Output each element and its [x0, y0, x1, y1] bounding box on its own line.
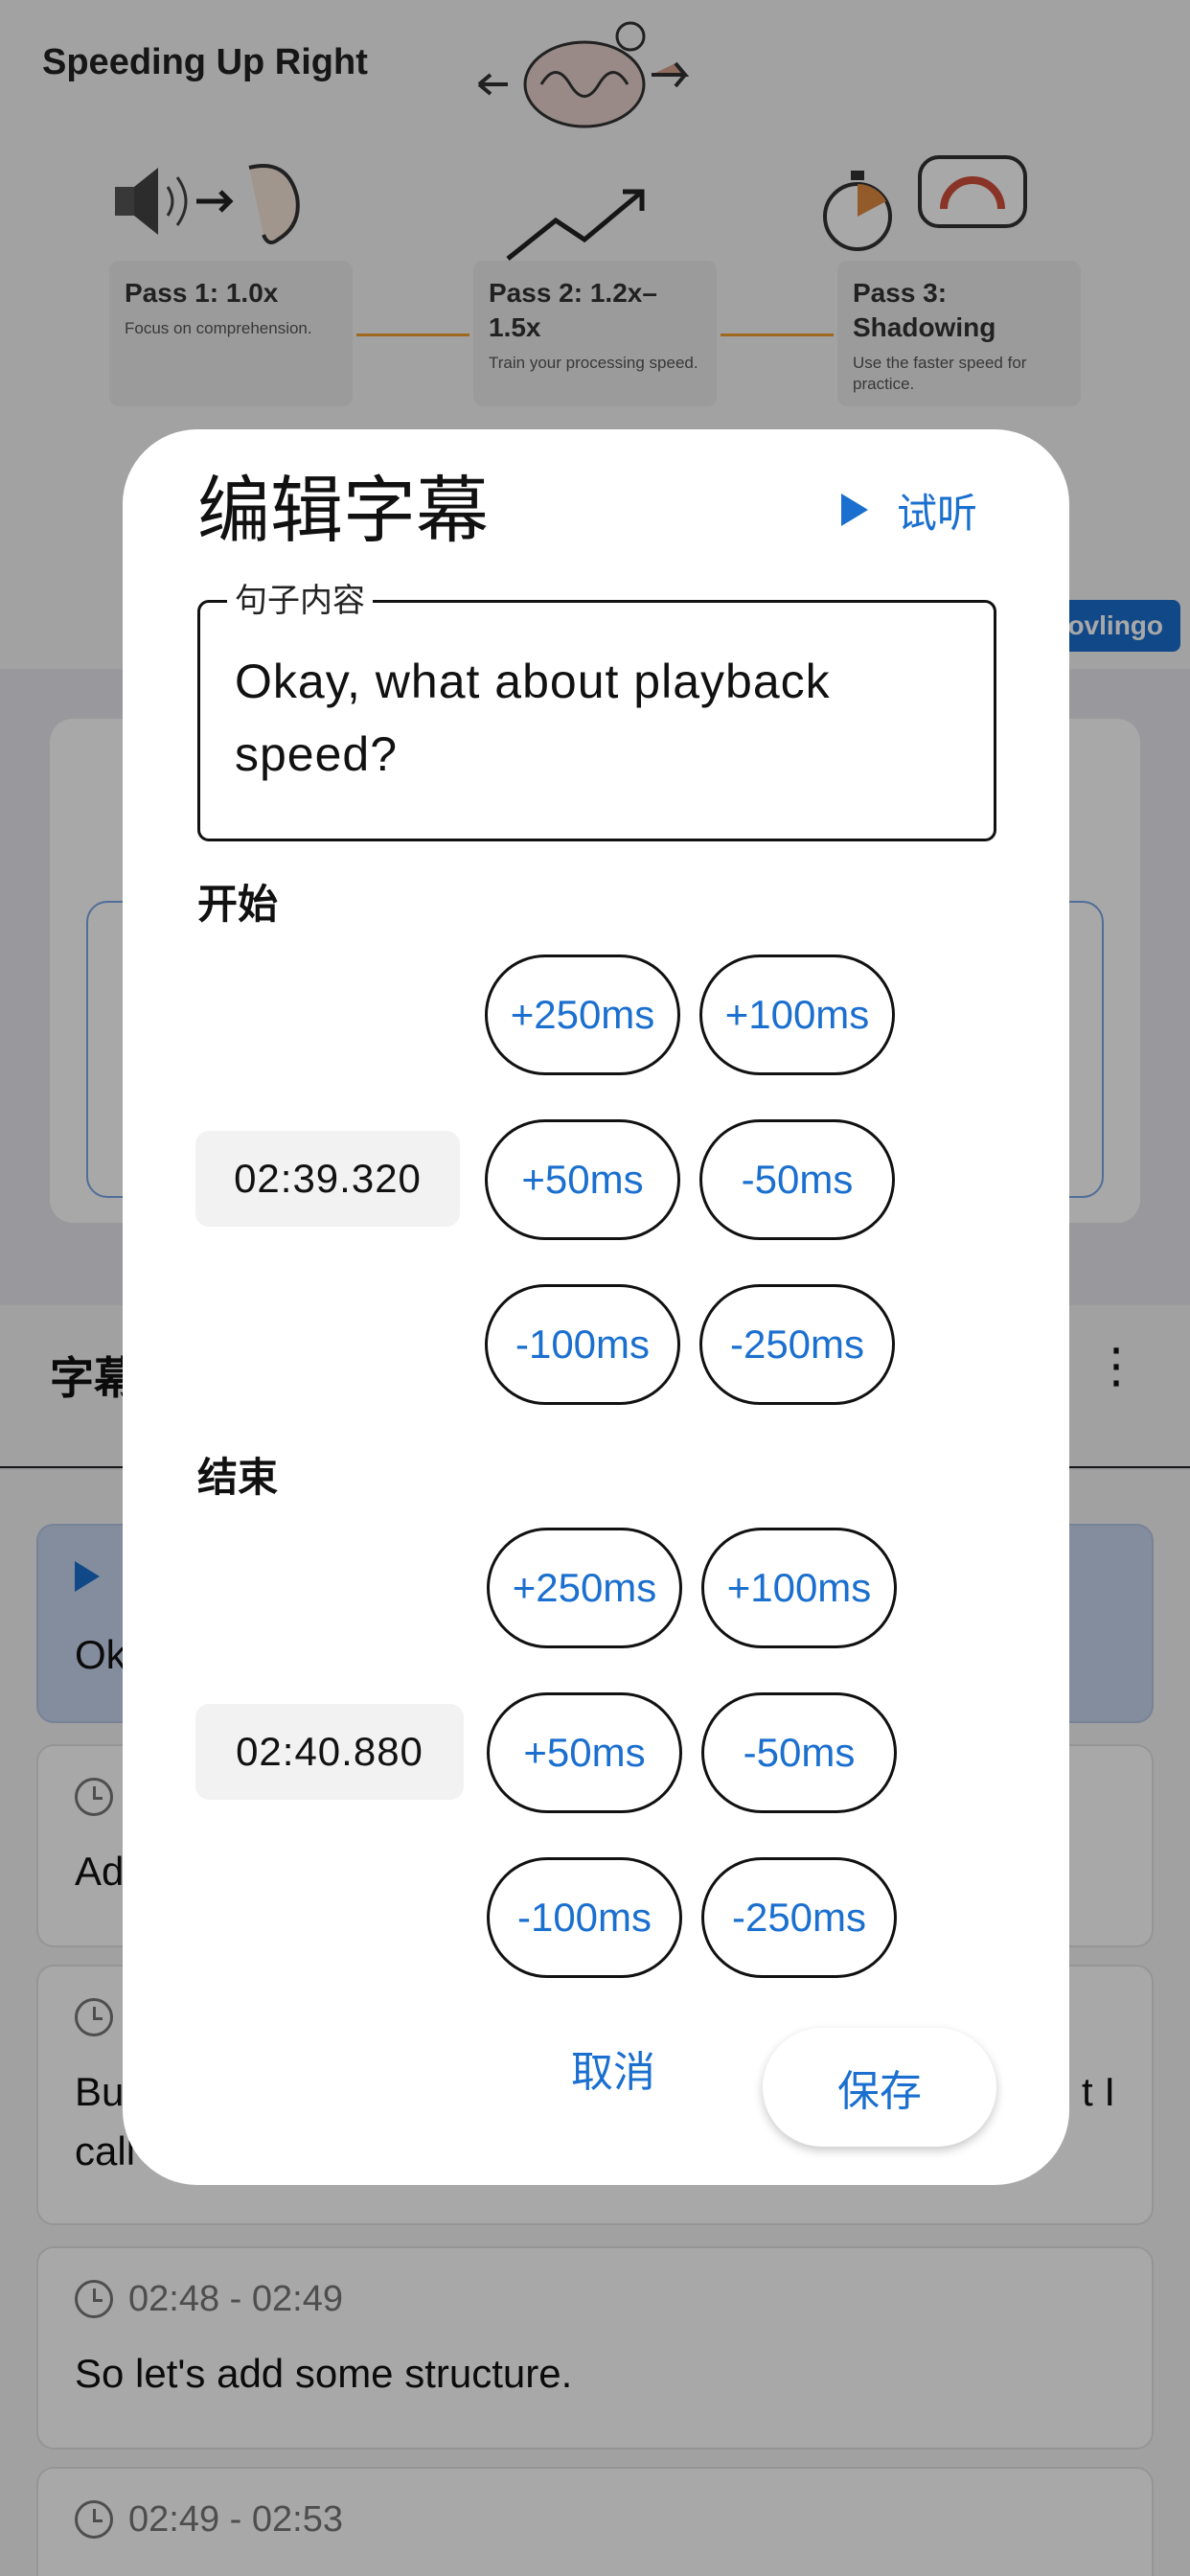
dialog-title: 编辑字幕: [197, 471, 489, 552]
end-minus-250-button[interactable]: -250ms: [701, 1857, 897, 1978]
cancel-button[interactable]: 取消: [571, 2039, 655, 2097]
end-plus-100-button[interactable]: +100ms: [701, 1528, 897, 1648]
sentence-field[interactable]: 句子内容 Okay, what about playback speed?: [197, 582, 996, 841]
preview-label: 试听: [896, 490, 977, 536]
end-plus-250-button[interactable]: +250ms: [487, 1528, 682, 1648]
preview-button[interactable]: 试听: [840, 472, 977, 548]
play-icon: [840, 494, 868, 526]
sentence-label: 句子内容: [227, 582, 373, 620]
end-label: 结束: [197, 1455, 279, 1500]
save-button[interactable]: 保存: [763, 2028, 996, 2147]
start-minus-50-button[interactable]: -50ms: [699, 1119, 895, 1240]
start-time-value: 02:39.320: [195, 1131, 460, 1227]
start-minus-100-button[interactable]: -100ms: [485, 1284, 680, 1405]
start-plus-250-button[interactable]: +250ms: [485, 954, 680, 1075]
end-plus-50-button[interactable]: +50ms: [487, 1692, 682, 1813]
start-plus-50-button[interactable]: +50ms: [485, 1119, 680, 1240]
start-minus-250-button[interactable]: -250ms: [699, 1284, 895, 1405]
end-minus-50-button[interactable]: -50ms: [701, 1692, 897, 1813]
end-time-value: 02:40.880: [195, 1704, 464, 1800]
edit-subtitle-dialog: 编辑字幕 试听 句子内容 Okay, what about playback s…: [123, 429, 1069, 2185]
sentence-input[interactable]: Okay, what about playback speed?: [235, 645, 965, 791]
start-label: 开始: [197, 882, 279, 927]
start-plus-100-button[interactable]: +100ms: [699, 954, 895, 1075]
end-minus-100-button[interactable]: -100ms: [487, 1857, 682, 1978]
